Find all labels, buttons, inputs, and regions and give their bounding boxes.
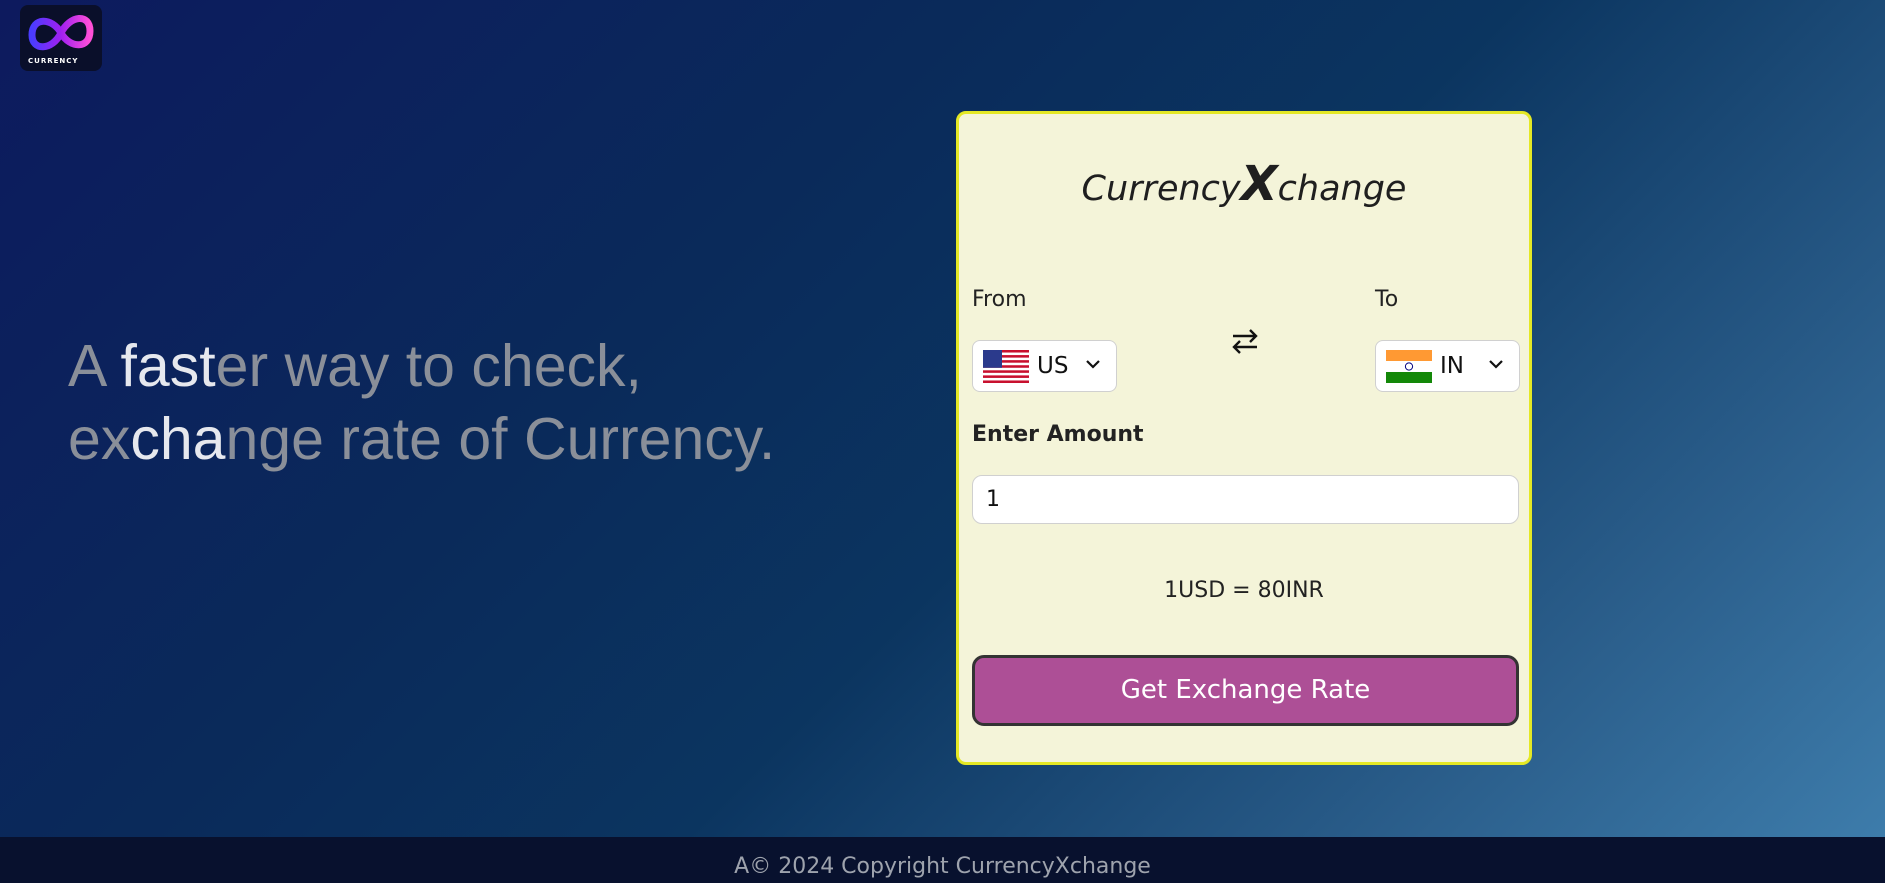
converter-card: CurrencyXchange From To US IN Enter Amou…	[956, 111, 1532, 765]
india-flag-icon	[1386, 350, 1432, 383]
get-exchange-rate-button[interactable]: Get Exchange Rate	[972, 655, 1519, 726]
hero-text-segment: A	[68, 333, 121, 399]
logo-text: CURRENCY	[28, 57, 79, 65]
hero-line-2: exchange rate of Currency.	[68, 403, 908, 476]
hero-tagline: A faster way to check, exchange rate of …	[68, 330, 908, 476]
hero-text-segment: e	[215, 333, 249, 399]
chevron-down-icon	[1489, 360, 1503, 369]
hero-text-segment: fast	[120, 333, 216, 399]
amount-label: Enter Amount	[972, 422, 1144, 447]
logo: CURRENCY	[20, 5, 102, 71]
brand-prefix: Currency	[1081, 169, 1241, 209]
chevron-down-icon	[1086, 360, 1100, 369]
from-label: From	[972, 287, 1027, 312]
hero-text-segment: nge rate of Currency.	[225, 406, 776, 472]
brand-title: CurrencyXchange	[959, 156, 1529, 212]
hero-line-1: A faster way to check,	[68, 330, 908, 403]
exchange-rate-result: 1USD = 80INR	[1164, 578, 1324, 603]
hero-text-segment: ex	[68, 406, 131, 472]
from-currency-select[interactable]: US	[972, 340, 1117, 392]
to-currency-select[interactable]: IN	[1375, 340, 1520, 392]
hero-text-segment: cha	[130, 406, 226, 472]
amount-input[interactable]	[972, 475, 1519, 524]
from-currency-code: US	[1037, 353, 1069, 379]
to-label: To	[1375, 287, 1399, 312]
us-flag-icon	[983, 350, 1029, 383]
swap-arrows-icon[interactable]	[1230, 326, 1260, 356]
to-currency-code: IN	[1440, 353, 1464, 379]
brand-suffix: change	[1277, 169, 1407, 209]
footer-copyright: A© 2024 Copyright CurrencyXchange	[0, 837, 1885, 883]
hero-text-segment: r way to check,	[248, 333, 642, 399]
brand-x: X	[1240, 156, 1278, 212]
